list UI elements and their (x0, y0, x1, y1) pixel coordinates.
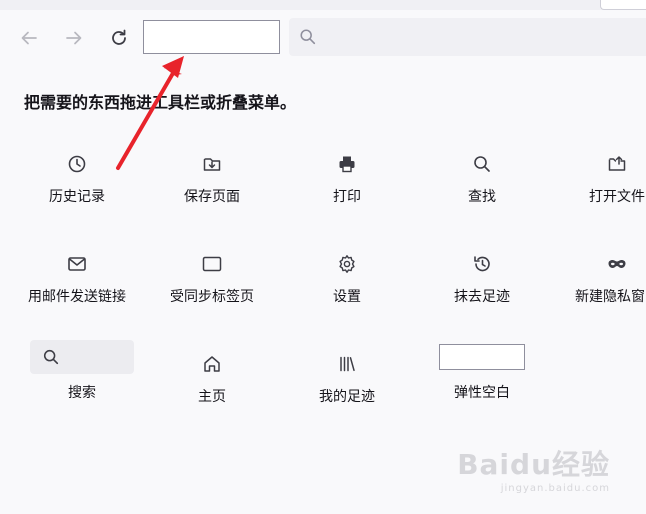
item-label: 我的足迹 (319, 389, 375, 405)
item-label: 用邮件发送链接 (28, 289, 126, 305)
search-box-widget (30, 340, 134, 374)
url-bar[interactable] (289, 18, 646, 56)
item-label: 历史记录 (49, 189, 105, 205)
reload-icon (112, 29, 126, 45)
palette-item-find[interactable]: 查找 (417, 148, 547, 206)
search-icon (43, 349, 59, 365)
watermark-sub: jingyan.baidu.com (500, 483, 610, 494)
palette-item-search[interactable]: 搜索 (17, 340, 147, 402)
gear-icon (339, 255, 355, 273)
item-label: 设置 (333, 289, 361, 305)
item-label: 打印 (333, 189, 361, 205)
item-label: 弹性空白 (454, 385, 510, 401)
back-arrow-icon (21, 31, 37, 45)
tab-corner (600, 0, 646, 10)
home-icon (204, 356, 220, 372)
forward-button[interactable] (60, 24, 88, 52)
palette-item-flexible-space[interactable]: 弹性空白 (417, 344, 547, 402)
reload-button[interactable] (105, 24, 133, 52)
palette-item-settings[interactable]: 设置 (282, 248, 412, 306)
palette-item-email-link[interactable]: 用邮件发送链接 (12, 248, 142, 306)
open-file-icon (608, 156, 626, 171)
item-label: 抹去足迹 (454, 289, 510, 305)
palette-heading: 把需要的东西拖进工具栏或折叠菜单。 (24, 93, 297, 112)
synced-tabs-icon (202, 256, 222, 272)
tab-strip-edge (0, 0, 646, 10)
search-icon (300, 29, 316, 45)
palette-item-synced-tabs[interactable]: 受同步标签页 (147, 248, 277, 306)
palette-item-history[interactable]: 历史记录 (12, 148, 142, 206)
toolbar-flexible-space[interactable] (143, 20, 280, 54)
palette-item-forget[interactable]: 抹去足迹 (417, 248, 547, 306)
palette-item-open-file[interactable]: 打开文件 (552, 148, 646, 206)
item-label: 保存页面 (184, 189, 240, 205)
private-mask-icon (608, 260, 626, 268)
printer-icon (339, 156, 355, 173)
search-icon (474, 156, 490, 172)
clock-icon (68, 155, 86, 173)
item-label: 搜索 (68, 385, 96, 401)
palette-item-home[interactable]: 主页 (147, 348, 277, 406)
library-icon (340, 356, 355, 372)
palette-item-private-window[interactable]: 新建隐私窗口 (552, 248, 646, 306)
flexible-space-box (439, 344, 525, 370)
item-label: 受同步标签页 (170, 289, 254, 305)
save-page-icon (203, 158, 221, 171)
watermark: Baidu经验 jingyan.baidu.com (457, 443, 610, 494)
item-label: 新建隐私窗口 (575, 289, 646, 305)
item-label: 打开文件 (589, 189, 645, 205)
navigation-toolbar (0, 0, 646, 78)
forget-history-icon (474, 256, 490, 272)
watermark-main: Baidu经验 (457, 448, 610, 481)
palette-item-library[interactable]: 我的足迹 (282, 348, 412, 406)
palette-item-print[interactable]: 打印 (282, 148, 412, 206)
item-label: 查找 (468, 189, 496, 205)
back-button[interactable] (15, 24, 43, 52)
mail-icon (68, 257, 86, 271)
palette-item-save-page[interactable]: 保存页面 (147, 148, 277, 206)
forward-arrow-icon (66, 31, 82, 45)
item-label: 主页 (198, 389, 226, 405)
